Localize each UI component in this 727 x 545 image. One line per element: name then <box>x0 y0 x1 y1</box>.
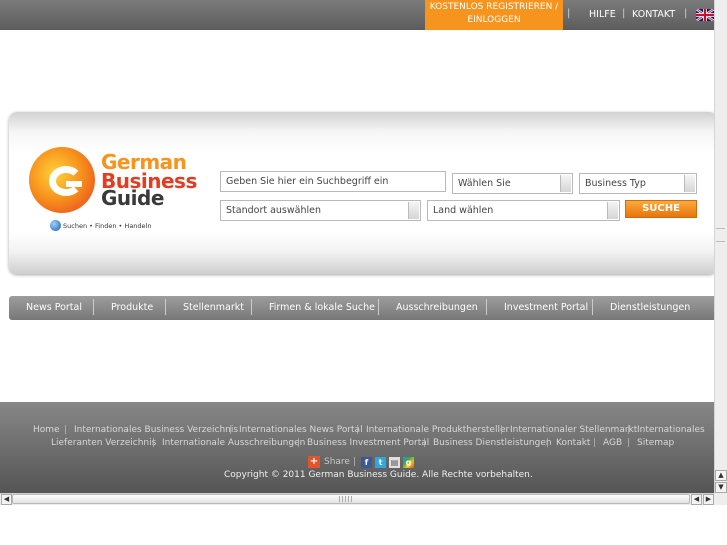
footer-link-agb[interactable]: AGB <box>603 438 622 448</box>
facebook-icon[interactable]: f <box>361 457 372 468</box>
logo-letter-g-bar <box>66 181 82 187</box>
nav-separator <box>165 299 166 315</box>
search-query-text: Geben Sie hier ein Suchbegriff ein <box>226 176 389 187</box>
chevron-down-icon[interactable] <box>408 202 419 219</box>
footer-separator: | <box>356 425 360 435</box>
twitter-icon[interactable]: t <box>375 457 386 468</box>
scroll-up-button[interactable]: ▲ <box>715 470 727 481</box>
scroll-down-button[interactable]: ▼ <box>715 482 727 493</box>
login-label: EINLOGGEN <box>467 15 521 25</box>
footer-separator: | <box>64 425 68 435</box>
location-select-value: Standort auswählen <box>226 205 321 216</box>
page: KOSTENLOS REGISTRIEREN / EINLOGGEN | HIL… <box>0 0 727 545</box>
logo-tagline: Suchen • Finden • Handeln <box>63 222 152 230</box>
footer-separator: | <box>627 438 631 448</box>
scrollbar-corner <box>714 493 727 505</box>
footer-separator: | <box>353 457 357 467</box>
footer-link-ausschreibungen[interactable]: Internationale Ausschreibungen <box>162 438 305 448</box>
nav-separator <box>93 299 94 315</box>
business-type-select[interactable]: Business Typ <box>579 173 697 194</box>
footer-link-internationales[interactable]: Internationales <box>637 425 705 435</box>
nav-news-portal[interactable]: News Portal <box>26 302 82 313</box>
search-query-input[interactable]: Geben Sie hier ein Suchbegriff ein <box>220 171 446 192</box>
footer-link-dienstleistungen[interactable]: Business Dienstleistungen <box>433 438 552 448</box>
search-button[interactable]: SUCHE <box>625 200 697 218</box>
nav-dienstleistungen[interactable]: Dienstleistungen <box>610 302 690 313</box>
footer-link-produkthersteller[interactable]: Internationale Produkthersteller <box>366 425 509 435</box>
footer-link-sitemap[interactable]: Sitemap <box>637 438 674 448</box>
nav-ausschreibungen[interactable]: Ausschreibungen <box>396 302 478 313</box>
share-link[interactable]: Share <box>324 457 350 467</box>
category-select[interactable]: Wählen Sie <box>452 173 573 194</box>
footer-separator: | <box>423 438 427 448</box>
register-label: KOSTENLOS REGISTRIEREN / <box>429 2 559 12</box>
top-separator: | <box>684 8 688 19</box>
nav-firmen-lokale-suche[interactable]: Firmen & lokale Suche <box>269 302 375 313</box>
register-login-button[interactable]: KOSTENLOS REGISTRIEREN / EINLOGGEN <box>425 0 563 30</box>
uk-flag-icon[interactable] <box>696 9 714 21</box>
scroll-left-button-2[interactable]: ◀ <box>691 494 702 505</box>
footer-link-investment-portal[interactable]: Business Investment Portal <box>307 438 429 448</box>
footer-separator: | <box>546 438 550 448</box>
globe-icon <box>50 220 61 231</box>
business-type-select-value: Business Typ <box>585 178 646 189</box>
chevron-down-icon[interactable] <box>560 175 571 192</box>
logo-word-guide: Guide <box>101 186 164 210</box>
share-plus-icon[interactable]: + <box>308 456 320 468</box>
scrollbar-grip[interactable] <box>716 228 725 242</box>
footer-separator: | <box>297 438 301 448</box>
footer-link-news-portal[interactable]: Internationales News Portal <box>239 425 363 435</box>
footer-link-business-verzeichnis[interactable]: Internationales Business Verzeichnis <box>74 425 238 435</box>
footer-link-stellenmarkt[interactable]: Internationaler Stellenmarkt <box>510 425 637 435</box>
footer-separator: | <box>593 438 597 448</box>
scroll-left-button[interactable]: ◀ <box>1 494 12 505</box>
footer-separator: | <box>627 425 631 435</box>
help-link[interactable]: HILFE <box>589 9 616 20</box>
footer-separator: | <box>500 425 504 435</box>
footer-link-lieferanten[interactable]: Lieferanten Verzeichnis <box>51 438 156 448</box>
top-separator: | <box>567 8 571 19</box>
nav-separator <box>378 299 379 315</box>
vertical-scrollbar[interactable] <box>714 0 727 493</box>
scroll-right-button[interactable]: ▶ <box>703 494 714 505</box>
top-separator: | <box>622 8 626 19</box>
chevron-down-icon[interactable] <box>684 175 695 192</box>
chevron-down-icon[interactable] <box>607 202 618 219</box>
google-icon[interactable]: g <box>403 457 414 468</box>
scroll-thumb-grip <box>339 496 353 502</box>
country-select[interactable]: Land wählen <box>427 200 620 221</box>
print-icon[interactable]: ▤ <box>389 457 400 468</box>
country-select-value: Land wählen <box>433 205 494 216</box>
nav-separator <box>486 299 487 315</box>
location-select[interactable]: Standort auswählen <box>220 200 421 221</box>
footer-link-home[interactable]: Home <box>33 425 60 435</box>
nav-investment-portal[interactable]: Investment Portal <box>504 302 588 313</box>
copyright-text: Copyright © 2011 German Business Guide. … <box>224 470 533 480</box>
category-select-value: Wählen Sie <box>458 178 511 189</box>
nav-produkte[interactable]: Produkte <box>111 302 153 313</box>
nav-separator <box>251 299 252 315</box>
footer-separator: | <box>152 438 156 448</box>
nav-separator <box>592 299 593 315</box>
footer-link-kontakt[interactable]: Kontakt <box>556 438 590 448</box>
nav-stellenmarkt[interactable]: Stellenmarkt <box>183 302 244 313</box>
contact-link[interactable]: KONTAKT <box>632 9 675 20</box>
footer-separator: | <box>229 425 233 435</box>
